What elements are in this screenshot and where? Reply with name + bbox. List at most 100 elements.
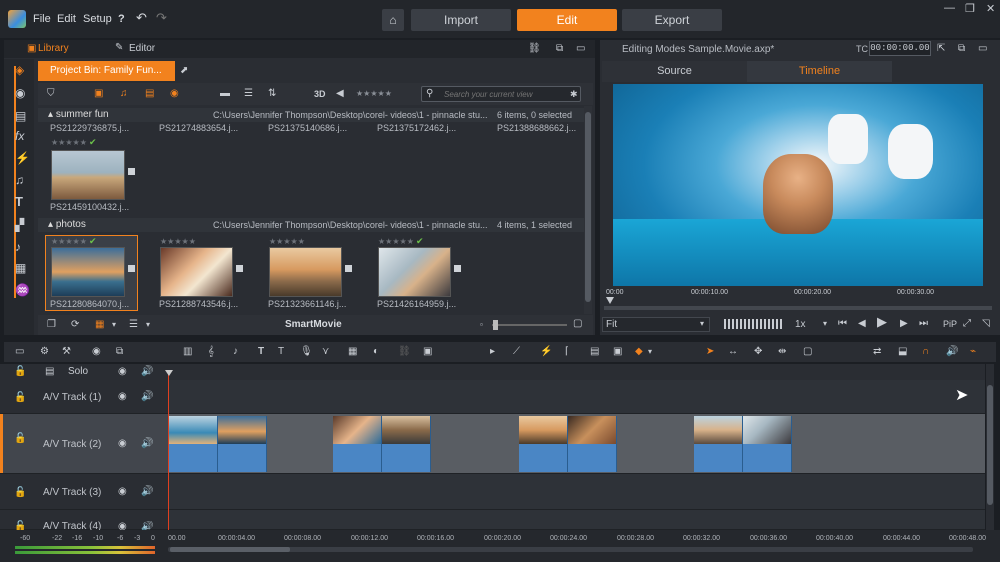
media-thumbnail[interactable] xyxy=(269,247,342,297)
speaker-icon[interactable]: 🔊 xyxy=(141,366,153,378)
eye-icon[interactable]: ◉ xyxy=(118,391,127,403)
fit-icon[interactable]: ⤢ xyxy=(963,318,971,330)
restore-icon[interactable]: ❐ xyxy=(965,2,975,15)
marker-color-icon[interactable]: ◆ xyxy=(635,346,643,358)
undo-icon[interactable]: ↶ xyxy=(136,10,147,26)
layout-icon[interactable]: ▭ xyxy=(978,43,987,55)
tab-source[interactable]: Source xyxy=(602,61,747,82)
image-icon[interactable]: ▣ xyxy=(423,346,432,358)
speed-value[interactable]: 1x xyxy=(795,319,806,330)
tab-editor[interactable]: Editor xyxy=(129,43,155,54)
help-icon[interactable]: ? xyxy=(118,13,125,25)
small-thumb-icon[interactable]: ▫ xyxy=(480,319,483,331)
lock-icon[interactable]: 🔓 xyxy=(14,433,26,445)
search-input[interactable] xyxy=(444,88,564,100)
search-settings-icon[interactable]: ✱ xyxy=(570,88,578,100)
jog-wheel[interactable] xyxy=(724,319,784,329)
speaker-icon[interactable]: 🔊 xyxy=(141,438,153,450)
title-icon[interactable]: T xyxy=(258,346,264,358)
timeline-clip[interactable] xyxy=(382,416,431,472)
disc-icon[interactable]: ◉ xyxy=(15,87,25,99)
timeline-view-icon[interactable]: ▭ xyxy=(15,346,24,358)
ripple-icon[interactable]: ⇄ xyxy=(873,346,881,358)
transitions-icon[interactable]: ⚡ xyxy=(15,152,30,164)
thumb-rating[interactable]: ★★★★★ xyxy=(51,237,87,246)
edit-button[interactable]: Edit xyxy=(517,9,617,31)
thumb-size-slider[interactable] xyxy=(492,324,567,326)
speaker-icon[interactable]: 🔊 xyxy=(141,391,153,403)
pip-button[interactable]: PiP xyxy=(943,319,957,329)
lock-icon[interactable]: 🔓 xyxy=(14,366,26,378)
3d-filter[interactable]: 3D xyxy=(314,89,326,99)
text-tools-icon[interactable]: T xyxy=(278,346,284,358)
dropdown-icon[interactable]: ▾ xyxy=(146,319,150,331)
storyboard-icon[interactable]: ⧉ xyxy=(116,346,123,358)
tab-project-bin[interactable]: Project Bin: Family Fun... xyxy=(38,61,175,81)
home-button[interactable]: ⌂ xyxy=(382,9,404,31)
effects-icon[interactable]: fx xyxy=(15,130,24,142)
music-icon[interactable]: ♫ xyxy=(15,174,24,186)
menu-file[interactable]: File xyxy=(33,13,51,25)
details-view-icon[interactable]: ☰ xyxy=(129,319,138,331)
step-back-icon[interactable]: ◀ xyxy=(858,318,866,330)
multicam-icon[interactable]: ▦ xyxy=(348,346,357,358)
copy-icon[interactable]: ❐ xyxy=(47,319,56,331)
timecode-field[interactable]: 00:00:00.00 xyxy=(869,41,931,56)
thumb-rating[interactable]: ★★★★★ xyxy=(160,237,196,246)
tag-icon[interactable]: ⛉ xyxy=(47,88,55,100)
speaker-icon[interactable]: 🔊 xyxy=(141,486,153,498)
split-icon[interactable]: ⟋ xyxy=(513,346,520,358)
playhead-handle[interactable] xyxy=(165,370,173,376)
fullscreen-icon[interactable]: ⇱ xyxy=(937,43,945,55)
eye-icon[interactable]: ◉ xyxy=(118,486,127,498)
playhead-marker[interactable] xyxy=(606,297,614,304)
sync-icon[interactable]: ⟳ xyxy=(71,319,79,331)
project-bin-icon[interactable]: ◈ xyxy=(15,64,24,76)
media-thumbnail[interactable] xyxy=(160,247,233,297)
voiceover-icon[interactable]: 🎙 xyxy=(300,346,313,358)
thumb-rating[interactable]: ★★★★★ xyxy=(378,237,414,246)
timeline-clip[interactable] xyxy=(169,416,218,472)
trim-mode-icon[interactable]: ↔ xyxy=(728,346,738,358)
library-scroll-thumb[interactable] xyxy=(585,112,591,302)
preview-scrubber[interactable] xyxy=(604,306,992,310)
timeline-clip[interactable] xyxy=(218,416,267,472)
audio-scrub-icon[interactable]: 🔊 xyxy=(946,346,958,358)
menu-edit[interactable]: Edit xyxy=(57,13,76,25)
collections-icon[interactable]: ▤ xyxy=(15,110,26,122)
large-thumb-icon[interactable]: ▢ xyxy=(573,318,582,330)
list-view-icon[interactable]: ☰ xyxy=(244,88,253,100)
scorefitter-icon[interactable]: 𝄞 xyxy=(208,346,214,358)
media-thumbnail[interactable] xyxy=(51,150,125,200)
sound-icon[interactable]: ♪ xyxy=(233,346,238,358)
rating-filter[interactable]: ★★★★★ xyxy=(356,89,392,98)
pointer-icon[interactable]: ➤ xyxy=(706,346,714,358)
menu-setup[interactable]: Setup xyxy=(83,13,112,25)
link-icon[interactable]: ⛓ xyxy=(528,43,541,55)
thumb-rating[interactable]: ★★★★★ xyxy=(51,138,87,147)
timeline-vscroll-thumb[interactable] xyxy=(987,385,993,505)
delete-icon[interactable]: ▤ xyxy=(590,346,599,358)
timeline-clip[interactable] xyxy=(333,416,382,472)
settings-icon[interactable]: ⚙ xyxy=(40,346,49,358)
filter-video-icon[interactable]: ▣ xyxy=(94,88,103,100)
trim-icon[interactable]: ⌈ xyxy=(565,346,569,358)
tag-filter-icon[interactable]: ◀ xyxy=(336,88,344,100)
chevron-down-icon[interactable]: ▾ xyxy=(648,346,652,358)
filter-audio-icon[interactable]: ♫ xyxy=(120,88,128,100)
timeline-playhead[interactable] xyxy=(168,370,169,550)
redo-icon[interactable]: ↷ xyxy=(156,10,167,26)
color-icon[interactable]: ◐ xyxy=(373,346,379,358)
filter-photo-icon[interactable]: ▤ xyxy=(145,88,154,100)
move-icon[interactable]: ✥ xyxy=(754,346,762,358)
sort-icon[interactable]: ⇅ xyxy=(268,88,276,100)
marker-icon[interactable]: ▸ xyxy=(490,346,495,358)
timeline-clip[interactable] xyxy=(743,416,792,472)
eye-icon[interactable]: ◉ xyxy=(118,366,127,378)
undock-icon[interactable]: ⧉ xyxy=(556,43,563,55)
folder-icon[interactable]: ▬ xyxy=(220,88,230,100)
export-button[interactable]: Export xyxy=(622,9,722,31)
title-icon[interactable]: T xyxy=(15,195,23,208)
close-icon[interactable]: ✕ xyxy=(986,2,995,15)
snapshot-icon[interactable]: ▣ xyxy=(613,346,622,358)
